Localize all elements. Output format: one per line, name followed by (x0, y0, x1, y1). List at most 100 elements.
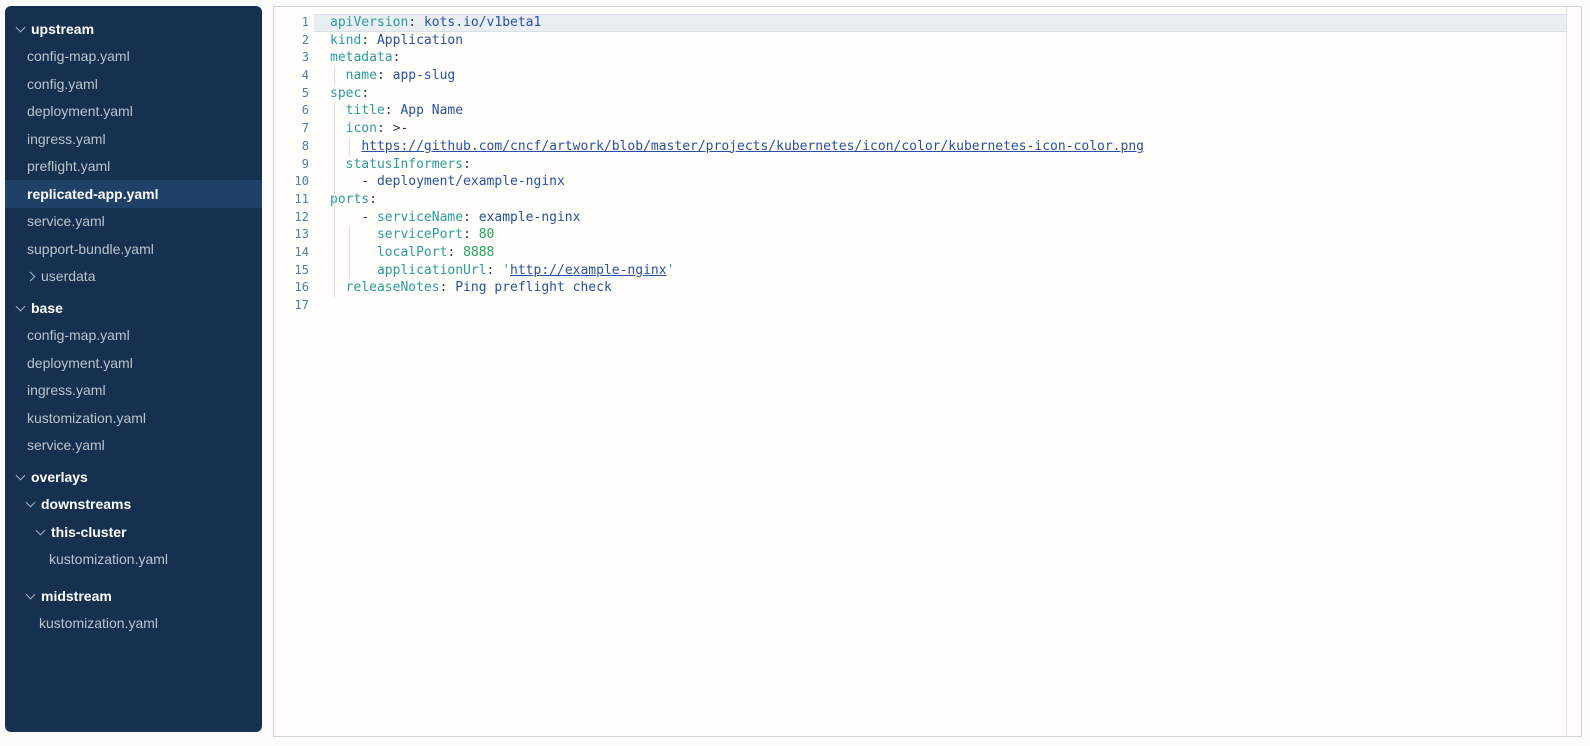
code-line[interactable]: 6 title: App Name (274, 102, 1566, 120)
yaml-punct-token: : (463, 227, 471, 242)
yaml-key-token: servicePort (377, 227, 463, 242)
yaml-plain-token (330, 227, 377, 242)
code-line-content[interactable]: icon: >- (314, 120, 1566, 138)
url-link[interactable]: http://example-nginx (510, 263, 667, 278)
file-label: support-bundle.yaml (27, 241, 154, 257)
code-line-content[interactable]: https://github.com/cncf/artwork/blob/mas… (314, 138, 1566, 156)
code-line-content[interactable]: ports: (314, 191, 1566, 209)
code-line-content[interactable]: title: App Name (314, 102, 1566, 120)
yaml-punct-token: : (463, 157, 471, 172)
code-line-content[interactable]: - deployment/example-nginx (314, 173, 1566, 191)
code-line-content[interactable]: kind: Application (314, 32, 1566, 50)
code-line[interactable]: 4 name: app-slug (274, 67, 1566, 85)
code-line[interactable]: 16 releaseNotes: Ping preflight check (274, 279, 1566, 297)
code-line[interactable]: 15 applicationUrl: 'http://example-nginx… (274, 262, 1566, 280)
yaml-number-token: 8888 (463, 245, 494, 260)
code-line-content[interactable]: releaseNotes: Ping preflight check (314, 279, 1566, 297)
yaml-plain-token (330, 263, 377, 278)
code-line[interactable]: 8 https://github.com/cncf/artwork/blob/m… (274, 138, 1566, 156)
code-line-content[interactable]: spec: (314, 85, 1566, 103)
file-tree-item-replicated-app-yaml[interactable]: replicated-app.yaml (5, 180, 262, 208)
chevron-down-icon[interactable] (26, 498, 36, 508)
file-label: kustomization.yaml (27, 410, 146, 426)
yaml-plain-token (455, 245, 463, 260)
file-tree-item-kustomization-yaml[interactable]: kustomization.yaml (5, 404, 262, 432)
code-line[interactable]: 5spec: (274, 85, 1566, 103)
file-tree-item-midstream[interactable]: midstream (5, 582, 262, 610)
code-line[interactable]: 14 localPort: 8888 (274, 244, 1566, 262)
line-number: 3 (274, 49, 314, 67)
code-line[interactable]: 1apiVersion: kots.io/v1beta1 (274, 14, 1566, 32)
file-tree-item-overlays[interactable]: overlays (5, 463, 262, 491)
file-tree-item-preflight-yaml[interactable]: preflight.yaml (5, 153, 262, 181)
line-number: 2 (274, 32, 314, 50)
file-tree-item-downstreams[interactable]: downstreams (5, 491, 262, 519)
file-tree-item-ingress-yaml[interactable]: ingress.yaml (5, 377, 262, 405)
file-tree-item-config-map-yaml[interactable]: config-map.yaml (5, 322, 262, 350)
file-tree-item-deployment-yaml[interactable]: deployment.yaml (5, 349, 262, 377)
file-tree-item-support-bundle-yaml[interactable]: support-bundle.yaml (5, 235, 262, 263)
line-number: 16 (274, 279, 314, 297)
yaml-key-token: apiVersion (330, 15, 408, 30)
code-line[interactable]: 12 - serviceName: example-nginx (274, 209, 1566, 227)
code-line-content[interactable]: applicationUrl: 'http://example-nginx' (314, 262, 1566, 280)
code-line[interactable]: 10 - deployment/example-nginx (274, 173, 1566, 191)
file-tree-item-service-yaml[interactable]: service.yaml (5, 432, 262, 460)
file-tree-item-config-map-yaml[interactable]: config-map.yaml (5, 43, 262, 71)
code-line[interactable]: 11ports: (274, 191, 1566, 209)
file-label: preflight.yaml (27, 158, 110, 174)
chevron-down-icon[interactable] (16, 470, 26, 480)
yaml-value-token: app-slug (393, 68, 456, 83)
code-line[interactable]: 13 servicePort: 80 (274, 226, 1566, 244)
yaml-plain-token (385, 68, 393, 83)
yaml-key-token: serviceName (377, 210, 463, 225)
url-link[interactable]: https://github.com/cncf/artwork/blob/mas… (361, 139, 1144, 154)
code-line-content[interactable] (314, 297, 1566, 315)
yaml-number-token: 80 (479, 227, 495, 242)
chevron-right-icon[interactable] (26, 271, 36, 281)
code-line[interactable]: 3metadata: (274, 49, 1566, 67)
file-tree-item-service-yaml[interactable]: service.yaml (5, 208, 262, 236)
indent-guide (334, 102, 335, 120)
code-line-content[interactable]: - serviceName: example-nginx (314, 209, 1566, 227)
indent-guide (334, 279, 335, 297)
yaml-punct-token: : (463, 210, 471, 225)
indent-guide (349, 226, 350, 244)
file-tree-item-this-cluster[interactable]: this-cluster (5, 518, 262, 546)
line-number: 14 (274, 244, 314, 262)
code-line-content[interactable]: name: app-slug (314, 67, 1566, 85)
code-editor[interactable]: 1apiVersion: kots.io/v1beta12kind: Appli… (274, 7, 1567, 736)
file-tree-item-kustomization-yaml[interactable]: kustomization.yaml (5, 610, 262, 638)
yaml-punct-token: : (377, 121, 385, 136)
line-number: 9 (274, 156, 314, 174)
chevron-down-icon[interactable] (36, 525, 46, 535)
yaml-punct-token: - (361, 174, 377, 189)
code-line[interactable]: 2kind: Application (274, 32, 1566, 50)
code-line-content[interactable]: localPort: 8888 (314, 244, 1566, 262)
code-line[interactable]: 9 statusInformers: (274, 156, 1566, 174)
code-line[interactable]: 7 icon: >- (274, 120, 1566, 138)
code-line-content[interactable]: statusInformers: (314, 156, 1566, 174)
code-line[interactable]: 17 (274, 297, 1566, 315)
yaml-value-token: example-nginx (479, 210, 581, 225)
file-label: deployment.yaml (27, 355, 133, 371)
chevron-down-icon[interactable] (26, 589, 36, 599)
chevron-down-icon[interactable] (16, 301, 26, 311)
chevron-down-icon[interactable] (16, 22, 26, 32)
file-label: config.yaml (27, 76, 98, 92)
yaml-punct-token: : (361, 33, 369, 48)
code-line-content-active[interactable]: apiVersion: kots.io/v1beta1 (314, 14, 1566, 32)
file-tree-item-ingress-yaml[interactable]: ingress.yaml (5, 125, 262, 153)
file-tree-item-base[interactable]: base (5, 294, 262, 322)
code-line-content[interactable]: metadata: (314, 49, 1566, 67)
indent-guide (334, 209, 335, 227)
line-number: 6 (274, 102, 314, 120)
file-tree-item-kustomization-yaml[interactable]: kustomization.yaml (5, 546, 262, 574)
file-tree-item-userdata[interactable]: userdata (5, 263, 262, 291)
folder-label: this-cluster (51, 524, 126, 540)
code-line-content[interactable]: servicePort: 80 (314, 226, 1566, 244)
file-tree-item-config-yaml[interactable]: config.yaml (5, 70, 262, 98)
file-tree-item-deployment-yaml[interactable]: deployment.yaml (5, 98, 262, 126)
folder-label: midstream (41, 588, 112, 604)
file-tree-item-upstream[interactable]: upstream (5, 15, 262, 43)
